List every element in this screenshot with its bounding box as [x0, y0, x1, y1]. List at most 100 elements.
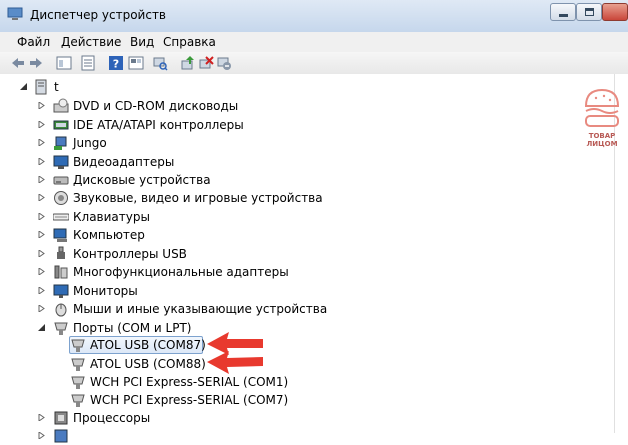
maximize-icon: [585, 8, 594, 16]
computer-icon: [53, 228, 67, 242]
title-bar: Диспетчер устройств: [0, 0, 628, 32]
tree-item-label: Многофункциональные адаптеры: [73, 265, 289, 279]
port-item-wch-com1[interactable]: WCH PCI Express-SERIAL (COM1): [0, 373, 400, 391]
watermark-line2: ЛИЦОМ: [586, 140, 617, 148]
view-icon[interactable]: [128, 55, 144, 71]
tree-item-label: Компьютер: [73, 228, 145, 242]
expand-arrow-icon[interactable]: [38, 432, 45, 439]
menu-action[interactable]: Действие: [61, 35, 121, 49]
tree-item-computer[interactable]: Компьютер: [0, 226, 400, 244]
menu-view[interactable]: Вид: [130, 35, 154, 49]
expand-arrow-icon[interactable]: [38, 121, 45, 128]
tree-item-label: Мыши и иные указывающие устройства: [73, 302, 328, 316]
toolbar: ?: [0, 52, 628, 75]
port-item-wch-com7[interactable]: WCH PCI Express-SERIAL (COM7): [0, 391, 400, 409]
display-adapter-icon: [53, 155, 69, 169]
tree-item-mice[interactable]: Мыши и иные указывающие устройства: [0, 300, 400, 318]
properties-icon[interactable]: [80, 55, 96, 71]
svg-text:?: ?: [113, 58, 119, 71]
port-icon: [71, 358, 85, 371]
window-title: Диспетчер устройств: [30, 8, 167, 22]
device-manager-icon: [7, 7, 23, 20]
port-item-atol-com87[interactable]: ATOL USB (COM87): [0, 336, 400, 354]
tree-item-label: Клавиатуры: [73, 210, 150, 224]
update-driver-icon[interactable]: [180, 55, 196, 71]
watermark-logo: ТОВАР ЛИЦОМ: [584, 88, 620, 148]
ide-controller-icon: [53, 120, 69, 130]
port-icon: [54, 322, 68, 335]
collapse-arrow-icon[interactable]: [38, 324, 45, 331]
expand-arrow-icon[interactable]: [38, 414, 45, 421]
tree-item-label: Видеоадаптеры: [73, 155, 175, 169]
expand-arrow-icon[interactable]: [38, 102, 45, 109]
port-item-label: ATOL USB (COM88): [90, 357, 206, 371]
tree-item-processors[interactable]: Процессоры: [0, 409, 400, 427]
show-hide-tree-icon[interactable]: [56, 55, 72, 71]
expand-arrow-icon[interactable]: [38, 194, 45, 201]
port-icon: [71, 394, 85, 407]
tree-item-usb-controllers[interactable]: Контроллеры USB: [0, 245, 400, 263]
menu-help[interactable]: Справка: [163, 35, 216, 49]
tree-item-ide-ata[interactable]: IDE ATA/ATAPI контроллеры: [0, 116, 400, 134]
keyboard-icon: [53, 213, 69, 221]
collapse-arrow-icon[interactable]: [20, 83, 27, 90]
minimize-button[interactable]: [550, 3, 576, 21]
tree-root-label: t: [54, 80, 59, 94]
menu-bar: Файл Действие Вид Справка: [0, 32, 628, 52]
expand-arrow-icon[interactable]: [38, 158, 45, 165]
expand-arrow-icon[interactable]: [38, 139, 45, 146]
tree-item-jungo[interactable]: Jungo: [0, 134, 400, 152]
tree-item-dvd-cdrom[interactable]: DVD и CD-ROM дисководы: [0, 97, 400, 115]
uninstall-icon[interactable]: [198, 55, 214, 71]
tree-root[interactable]: t: [0, 78, 300, 96]
tree-item-disk-drives[interactable]: Дисковые устройства: [0, 171, 400, 189]
tree-item-multifunction-adapters[interactable]: Многофункциональные адаптеры: [0, 263, 400, 281]
watermark-line1: ТОВАР: [589, 132, 616, 140]
minimize-icon: [559, 14, 568, 17]
port-item-label: WCH PCI Express-SERIAL (COM7): [90, 393, 289, 407]
expand-arrow-icon[interactable]: [38, 287, 45, 294]
dvd-drive-icon: [53, 98, 69, 113]
tree-item-ports[interactable]: Порты (COM и LPT): [0, 319, 400, 337]
tree-item-label: Процессоры: [73, 411, 151, 425]
port-icon: [71, 339, 85, 352]
expand-arrow-icon[interactable]: [38, 268, 45, 275]
expand-arrow-icon[interactable]: [38, 250, 45, 257]
scan-hardware-icon[interactable]: [152, 55, 168, 71]
maximize-button[interactable]: [576, 3, 602, 21]
tree-item-label: Порты (COM и LPT): [73, 321, 192, 335]
port-item-atol-com88[interactable]: ATOL USB (COM88): [0, 355, 400, 373]
mouse-icon: [55, 303, 67, 317]
back-icon[interactable]: [10, 55, 26, 71]
pointer-arrow-icon: [207, 351, 263, 374]
disable-device-icon[interactable]: [216, 55, 232, 71]
port-item-label: ATOL USB (COM87): [90, 338, 206, 352]
multifunction-adapter-icon: [54, 265, 68, 279]
device-tree: t DVD и CD-ROM дисководы IDE ATA/ATAPI к…: [0, 74, 628, 443]
menu-file[interactable]: Файл: [17, 35, 50, 49]
forward-icon[interactable]: [28, 55, 44, 71]
tree-item-label: DVD и CD-ROM дисководы: [73, 99, 239, 113]
tree-item-sound-video-game[interactable]: Звуковые, видео и игровые устройства: [0, 189, 400, 207]
expand-arrow-icon[interactable]: [38, 176, 45, 183]
tree-item-keyboards[interactable]: Клавиатуры: [0, 208, 400, 226]
expand-arrow-icon[interactable]: [38, 213, 45, 220]
expand-arrow-icon[interactable]: [38, 231, 45, 238]
tree-item-label: Мониторы: [73, 284, 138, 298]
processor-icon: [54, 411, 68, 425]
tree-item-next[interactable]: [0, 427, 400, 445]
port-icon: [71, 376, 85, 389]
tree-item-video-adapters[interactable]: Видеоадаптеры: [0, 153, 400, 171]
tree-item-label: Звуковые, видео и игровые устройства: [73, 191, 323, 205]
tree-item-label: Jungo: [73, 136, 107, 150]
monitor-icon: [53, 284, 69, 298]
tree-item-monitors[interactable]: Мониторы: [0, 282, 400, 300]
disk-drive-icon: [53, 176, 69, 185]
help-icon[interactable]: ?: [108, 55, 124, 71]
usb-plug-icon: [57, 246, 65, 259]
computer-icon: [35, 79, 47, 95]
tree-item-label: Дисковые устройства: [73, 173, 211, 187]
close-button[interactable]: [602, 3, 628, 21]
expand-arrow-icon[interactable]: [38, 305, 45, 312]
jungo-device-icon: [54, 136, 67, 150]
